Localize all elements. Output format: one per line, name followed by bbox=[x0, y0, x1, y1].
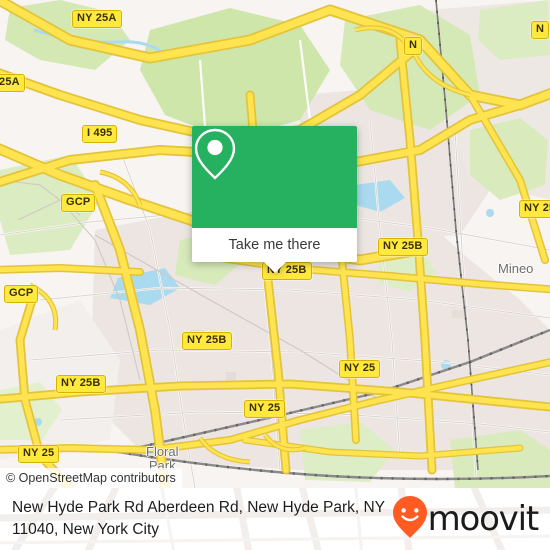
footer-content: New Hyde Park Rd Aberdeen Rd, New Hyde P… bbox=[0, 488, 550, 550]
road-shield: NY 25B bbox=[182, 332, 232, 350]
road-shield: GCP bbox=[61, 194, 96, 212]
road-shield: I 495 bbox=[82, 125, 118, 143]
moovit-logo[interactable]: moovit bbox=[392, 495, 542, 544]
road-shield: NY 25B bbox=[56, 375, 106, 393]
road-shield: NY 25 bbox=[18, 445, 60, 463]
card-pointer bbox=[263, 262, 286, 273]
card-image-area bbox=[192, 126, 357, 228]
moovit-wordmark: moovit bbox=[427, 499, 540, 539]
card-action-bar[interactable]: Take me there bbox=[192, 228, 357, 262]
place-label: Mineo bbox=[498, 261, 534, 276]
road-shield: NY 25 bbox=[339, 360, 381, 378]
road-shield: NY 25A bbox=[72, 10, 122, 28]
road-shield: NY 25B bbox=[378, 238, 428, 256]
road-shield: N bbox=[531, 21, 550, 39]
road-shield: N bbox=[404, 37, 423, 55]
take-me-there-label: Take me there bbox=[228, 237, 321, 253]
road-shield: NY 25 bbox=[519, 200, 550, 218]
road-shield: NY 25 bbox=[244, 400, 286, 418]
moovit-pin-smile-icon bbox=[392, 495, 428, 544]
take-me-there-card[interactable]: Take me there bbox=[192, 126, 357, 273]
road-shield: GCP bbox=[4, 285, 39, 303]
osm-attribution[interactable]: © OpenStreetMap contributors bbox=[0, 468, 182, 488]
map-canvas[interactable]: NY 25A 25A N N I 495 GCP GCP NY 25 NY 25B NY 25B N… bbox=[0, 0, 550, 488]
road-shield: 25A bbox=[0, 74, 25, 92]
location-title: New Hyde Park Rd Aberdeen Rd, New Hyde P… bbox=[12, 499, 385, 538]
footer-bar: New Hyde Park Rd Aberdeen Rd, New Hyde P… bbox=[0, 488, 550, 550]
map-screenshot: NY 25A 25A N N I 495 GCP GCP NY 25 NY 25B NY 25B N… bbox=[0, 0, 550, 550]
